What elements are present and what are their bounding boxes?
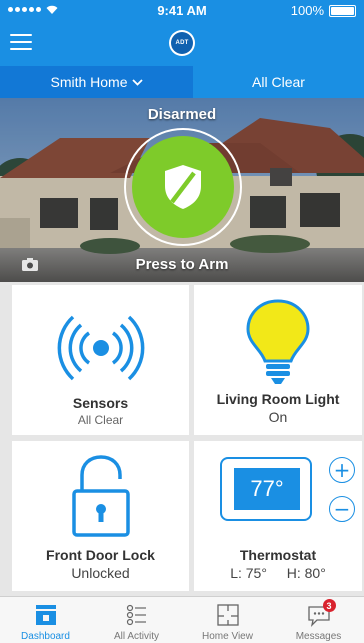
thermostat-icon-area: 77° + − xyxy=(194,441,362,537)
home-selector-dropdown[interactable]: Smith Home xyxy=(0,66,193,98)
home-name: Smith Home xyxy=(50,74,128,90)
thermostat-range: L: 75° H: 80° xyxy=(230,565,326,581)
light-status: On xyxy=(268,409,288,425)
thermostat-high: H: 80° xyxy=(286,565,326,581)
system-status-label: All Clear xyxy=(193,66,364,98)
thermostat-icon: 77° xyxy=(220,457,312,521)
tab-all-activity[interactable]: All Activity xyxy=(91,597,182,643)
adt-app-screen: 9:41 AM 100% ADT Smith Home All Clear Di… xyxy=(0,0,364,643)
living-room-light-tile[interactable]: Living Room Light On xyxy=(194,285,362,435)
lock-status: Unlocked xyxy=(71,565,130,581)
thermostat-tile[interactable]: 77° + − Thermostat L: 75° H: 80° xyxy=(194,441,362,591)
front-door-lock-tile[interactable]: Front Door Lock Unlocked xyxy=(12,441,189,591)
top-nav-bar: ADT xyxy=(0,22,364,66)
increase-temp-button[interactable]: + xyxy=(329,457,355,483)
tab-dashboard[interactable]: Dashboard xyxy=(0,597,91,643)
arm-button[interactable] xyxy=(124,128,242,246)
lightbulb-icon xyxy=(246,299,310,384)
battery-icon xyxy=(329,5,356,17)
menu-icon[interactable] xyxy=(10,34,32,52)
lock-title: Front Door Lock xyxy=(46,547,155,563)
bottom-tab-bar: Dashboard All Activity Home View 3 Messa… xyxy=(0,596,364,643)
status-bar: 9:41 AM 100% xyxy=(0,0,364,22)
activity-list-icon xyxy=(126,604,146,626)
tab-messages[interactable]: 3 Messages xyxy=(273,597,364,643)
decrease-temp-button[interactable]: − xyxy=(329,496,355,522)
tab-dashboard-label: Dashboard xyxy=(21,631,70,642)
messages-badge: 3 xyxy=(322,599,336,612)
tab-home-view[interactable]: Home View xyxy=(182,597,273,643)
tab-messages-label: Messages xyxy=(295,631,342,642)
adt-logo-text: ADT xyxy=(171,32,193,54)
chevron-down-icon xyxy=(131,78,143,86)
camera-icon[interactable] xyxy=(22,258,38,271)
adt-logo: ADT xyxy=(169,30,195,56)
tab-home-view-label: Home View xyxy=(202,631,253,642)
messages-icon-wrap: 3 xyxy=(306,599,336,628)
dashboard-icon xyxy=(35,605,56,625)
arm-button-circle xyxy=(132,136,234,238)
battery-percentage: 100% xyxy=(290,3,324,18)
tab-all-activity-label: All Activity xyxy=(113,631,159,642)
thermostat-low: L: 75° xyxy=(230,565,267,581)
unlocked-padlock-icon xyxy=(71,455,130,537)
device-tiles-grid: Sensors All Clear Living Room Light On F… xyxy=(0,282,364,596)
sensor-waves-icon xyxy=(57,315,144,381)
light-title: Living Room Light xyxy=(216,391,340,407)
shield-icon xyxy=(165,165,201,209)
house-hero-panel: Disarmed Press to Arm xyxy=(0,98,364,282)
location-bar: Smith Home All Clear xyxy=(0,66,364,98)
sensors-title: Sensors xyxy=(72,395,129,411)
floorplan-icon xyxy=(216,604,239,626)
security-state-label: Disarmed xyxy=(147,106,217,123)
thermostat-current-temp: 77° xyxy=(234,468,300,510)
sensors-status: All Clear xyxy=(77,413,124,427)
press-to-arm-label: Press to Arm xyxy=(135,256,229,273)
sensors-tile[interactable]: Sensors All Clear xyxy=(12,285,189,435)
thermostat-title: Thermostat xyxy=(239,547,317,563)
